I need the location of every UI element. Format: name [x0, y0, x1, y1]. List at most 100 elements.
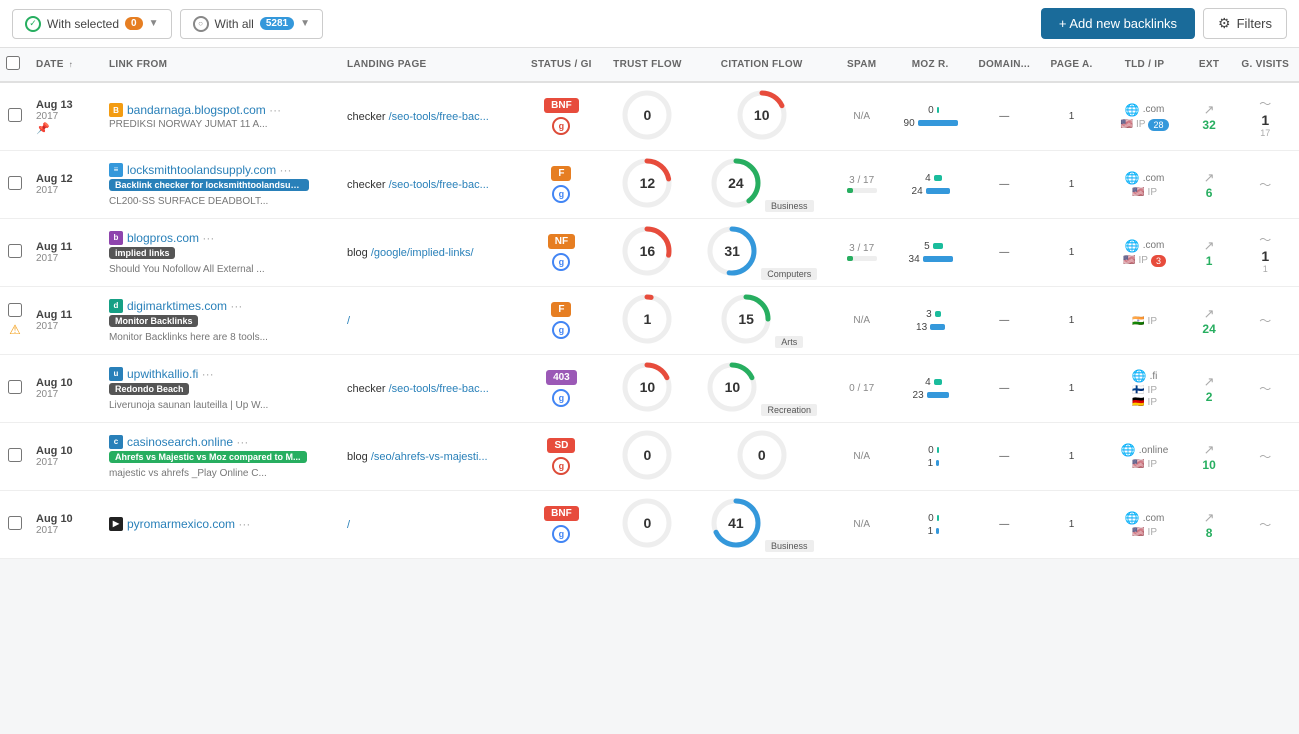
landing-base: checker: [347, 111, 386, 123]
col-moz-r[interactable]: MOZ R.: [893, 48, 968, 82]
row-checkbox[interactable]: [8, 303, 22, 317]
citation-flow-cell: 41 Business: [693, 491, 831, 559]
domain-snippet: Monitor Backlinks here are 8 tools...: [109, 332, 319, 343]
row-checkbox[interactable]: [8, 176, 22, 190]
link-from-cell: d digimarktimes.com ··· Monitor Backlink…: [103, 287, 341, 355]
col-landing-page[interactable]: LANDING PAGE: [341, 48, 521, 82]
flag-icon: 🇮🇳: [1132, 316, 1144, 327]
ext-cell: ↗ 6: [1187, 151, 1232, 219]
pin-icon: 📌: [36, 122, 97, 135]
col-link-from[interactable]: LINK FROM: [103, 48, 341, 82]
status-cell: BNF g: [521, 491, 603, 559]
moz-bar-group: 4 24: [899, 173, 962, 197]
tld-value: 🌐 .com: [1108, 511, 1180, 525]
domain-tag: Backlink checker for locksmithtoolandsup…: [109, 179, 309, 191]
ext-cell: ↗ 1: [1187, 219, 1232, 287]
page-a-value: 1: [1069, 383, 1075, 394]
domain-link[interactable]: digimarktimes.com ···: [127, 299, 242, 313]
trust-flow-cell: 1: [602, 287, 692, 355]
row-checkbox[interactable]: [8, 108, 22, 122]
moz-bar-group: 0 90: [899, 105, 962, 129]
select-all-checkbox[interactable]: [6, 56, 20, 70]
col-g-visits[interactable]: G. VISITS: [1232, 48, 1299, 82]
flag-icon: 🇺🇸: [1121, 119, 1133, 130]
table-container: DATE ↑ LINK FROM LANDING PAGE STATUS / G…: [0, 48, 1299, 559]
domain-link[interactable]: blogpros.com ···: [127, 231, 214, 245]
ext-icon: ↗: [1193, 102, 1226, 118]
globe-icon: 🌐: [1132, 369, 1147, 383]
row-checkbox[interactable]: [8, 244, 22, 258]
col-citation-flow[interactable]: CITATION FLOW: [693, 48, 831, 82]
moz-bar1: [937, 515, 939, 521]
link-from-cell: c casinosearch.online ··· Ahrefs vs Maje…: [103, 423, 341, 491]
flag-row: 🇺🇸 IP 3: [1108, 255, 1180, 267]
spam-value: 3 / 17: [849, 243, 874, 254]
moz-val2: 13: [915, 322, 927, 333]
status-cell: 403 g: [521, 355, 603, 423]
tld-ip-cell: 🌐 .com🇺🇸 IP 28: [1102, 82, 1186, 151]
row-checkbox[interactable]: [8, 448, 22, 462]
domain-link[interactable]: pyromarmexico.com ···: [127, 517, 250, 531]
landing-base: checker: [347, 383, 386, 395]
domain-value: —: [999, 519, 1009, 530]
row-checkbox[interactable]: [8, 380, 22, 394]
col-ext[interactable]: EXT: [1187, 48, 1232, 82]
chevron-down-icon: ▼: [149, 18, 159, 29]
with-all-button[interactable]: ○ With all 5281 ▼: [180, 9, 324, 39]
col-date[interactable]: DATE ↑: [30, 48, 103, 82]
link-from-cell: b blogpros.com ··· implied links Should …: [103, 219, 341, 287]
domain-link[interactable]: casinosearch.online ···: [127, 435, 248, 449]
add-backlinks-button[interactable]: + Add new backlinks: [1041, 8, 1195, 39]
trust-flow-value: 1: [644, 311, 652, 327]
citation-flow-cell: 15 Arts: [693, 287, 831, 355]
globe-icon: 🌐: [1125, 103, 1140, 117]
globe-icon: 🌐: [1125, 171, 1140, 185]
citation-flow-cell: 10 Recreation: [693, 355, 831, 423]
landing-page-cell[interactable]: checker /seo-tools/free-bac...: [341, 151, 521, 219]
tld-ip-cell: 🌐 .com🇺🇸 IP 3: [1102, 219, 1186, 287]
landing-page-cell[interactable]: /: [341, 491, 521, 559]
moz-bar-group: 3 13: [899, 309, 962, 333]
col-trust-flow[interactable]: TRUST FLOW: [602, 48, 692, 82]
domain-cell: —: [968, 82, 1041, 151]
landing-page-cell[interactable]: blog /seo/ahrefs-vs-majesti...: [341, 423, 521, 491]
domain-link[interactable]: bandarnaga.blogspot.com ···: [127, 103, 281, 117]
landing-page-cell[interactable]: /: [341, 287, 521, 355]
citation-flow-value: 15: [738, 311, 754, 327]
tld-value: 🌐 .fi: [1108, 369, 1180, 383]
backlinks-table: DATE ↑ LINK FROM LANDING PAGE STATUS / G…: [0, 48, 1299, 559]
with-selected-button[interactable]: ✓ With selected 0 ▼: [12, 9, 172, 39]
filters-button[interactable]: ⚙ Filters: [1203, 8, 1287, 39]
domain-favicon: u: [109, 367, 123, 381]
globe-icon: 🌐: [1125, 239, 1140, 253]
link-from-cell: B bandarnaga.blogspot.com ··· PREDIKSI N…: [103, 82, 341, 151]
trust-flow-cell: 10: [602, 355, 692, 423]
page-a-cell: 1: [1041, 287, 1103, 355]
page-a-cell: 1: [1041, 423, 1103, 491]
moz-val2: 23: [912, 390, 924, 401]
date-cell: Aug 12 2017: [30, 151, 103, 219]
g-visits-value: 1: [1238, 112, 1293, 128]
domain-link[interactable]: upwithkallio.fi ···: [127, 367, 214, 381]
landing-page-cell[interactable]: checker /seo-tools/free-bac...: [341, 82, 521, 151]
spam-cell: 3 / 17: [831, 219, 893, 287]
domain-favicon: c: [109, 435, 123, 449]
row-checkbox[interactable]: [8, 516, 22, 530]
ext-cell: ↗ 8: [1187, 491, 1232, 559]
tld-ip-cell: 🌐 .online🇺🇸 IP: [1102, 423, 1186, 491]
domain-link[interactable]: locksmithtoolandsupply.com ···: [127, 163, 292, 177]
col-tld-ip[interactable]: TLD / IP: [1102, 48, 1186, 82]
col-page-a[interactable]: PAGE A.: [1041, 48, 1103, 82]
col-domain[interactable]: DOMAIN...: [968, 48, 1041, 82]
landing-path: /seo/ahrefs-vs-majesti...: [371, 451, 488, 463]
col-status[interactable]: STATUS / GI: [521, 48, 603, 82]
landing-page-cell[interactable]: checker /seo-tools/free-bac...: [341, 355, 521, 423]
landing-page-cell[interactable]: blog /google/implied-links/: [341, 219, 521, 287]
ext-value: 1: [1193, 254, 1226, 268]
table-row: ⚠Aug 11 2017 d digimarktimes.com ··· Mon…: [0, 287, 1299, 355]
citation-flow-cell: 24 Business: [693, 151, 831, 219]
with-selected-badge: 0: [125, 17, 143, 30]
domain-snippet: majestic vs ahrefs _Play Online C...: [109, 468, 319, 479]
date-year: 2017: [36, 321, 97, 332]
col-spam[interactable]: SPAM: [831, 48, 893, 82]
